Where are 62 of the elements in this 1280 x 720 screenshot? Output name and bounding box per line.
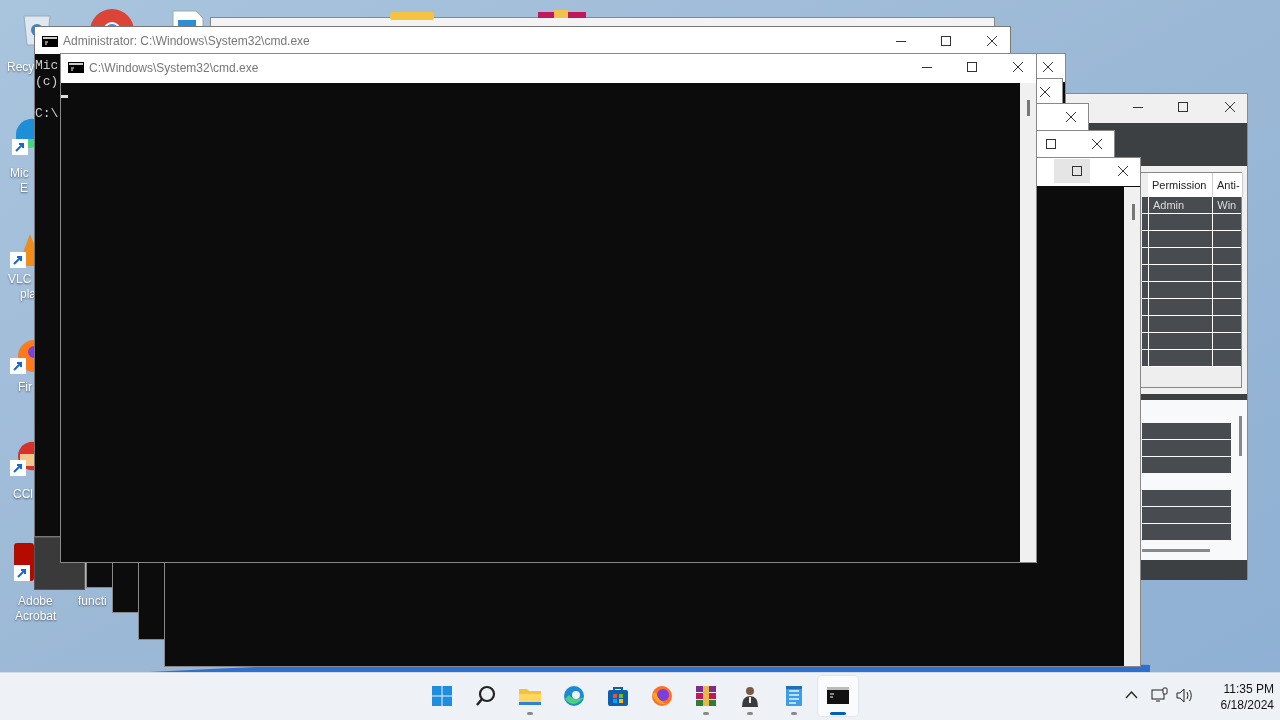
clock-time[interactable]: 11:35 PM [1200, 682, 1274, 696]
column-header[interactable]: Anti- [1213, 173, 1243, 197]
desktop-icon-label[interactable]: functi [78, 594, 107, 609]
chevron-up-icon[interactable] [1125, 690, 1138, 699]
console-text: (c) [35, 74, 59, 90]
maximize-icon [1046, 139, 1056, 149]
volume-icon[interactable] [1176, 688, 1193, 703]
table-cell: Admin [1147, 197, 1213, 213]
desktop-icon-label[interactable]: Recy [7, 60, 35, 75]
network-icon[interactable] [1151, 687, 1169, 703]
close-icon [1066, 112, 1076, 122]
table-cell: Win [1212, 197, 1241, 213]
scrollbar-thumb[interactable] [1239, 416, 1242, 456]
search-icon [474, 684, 498, 708]
console-icon [68, 62, 84, 73]
console-icon [42, 36, 58, 47]
close-icon [1040, 87, 1050, 97]
maximize-icon [967, 62, 977, 72]
maximize-icon [941, 36, 951, 46]
desktop-icon-label[interactable]: Adobe [18, 594, 53, 609]
brush-icon [10, 440, 34, 476]
window-title: Administrator: C:\Windows\System32\cmd.exe [63, 34, 310, 49]
shopping-bag-icon [606, 684, 630, 708]
maximize-button[interactable] [1054, 159, 1090, 183]
column-header[interactable]: Permission [1148, 173, 1213, 197]
desktop-icon-label[interactable]: Fir [18, 380, 32, 395]
close-icon [1118, 166, 1128, 176]
scrollbar-thumb[interactable] [1027, 100, 1030, 116]
desktop-icon-label[interactable]: pla [20, 287, 36, 302]
close-icon [987, 36, 997, 46]
swirl-icon [562, 684, 586, 708]
fox-globe-icon [650, 684, 674, 708]
fox-globe-icon [10, 338, 34, 374]
maximize-icon [1178, 102, 1188, 112]
console-text: Mic [35, 58, 59, 74]
close-icon [1013, 62, 1023, 72]
maximize-icon [1072, 166, 1082, 176]
cone-icon [10, 232, 34, 268]
clock-date[interactable]: 6/18/2024 [1200, 698, 1274, 712]
taskbar-button[interactable] [818, 676, 858, 716]
scrollbar-thumb[interactable] [1132, 204, 1135, 220]
close-icon [1043, 62, 1053, 72]
desktop-icon-label[interactable]: VLC [8, 272, 32, 287]
desktop-icon-label[interactable]: E [20, 181, 28, 196]
minimize-icon [896, 39, 906, 43]
text-cursor [61, 95, 68, 98]
folder-icon [390, 10, 434, 20]
swirl-icon [12, 117, 34, 155]
close-icon [1092, 139, 1102, 149]
window-title: C:\Windows\System32\cmd.exe [89, 61, 259, 76]
minimize-icon [1133, 105, 1143, 109]
desktop-icon-label[interactable]: Mic [10, 166, 29, 181]
archive-icon [538, 10, 586, 18]
scrollbar-thumb[interactable] [1142, 549, 1210, 552]
books-stack-icon [694, 684, 718, 708]
document-icon [14, 543, 34, 581]
close-icon [1225, 102, 1235, 112]
console-text: C:\ [35, 106, 59, 122]
desktop-icon-label[interactable]: CCl [13, 487, 33, 502]
grid-icon [430, 684, 454, 708]
minimize-icon [922, 65, 932, 69]
desktop-icon-label[interactable]: Acrobat [15, 609, 57, 624]
